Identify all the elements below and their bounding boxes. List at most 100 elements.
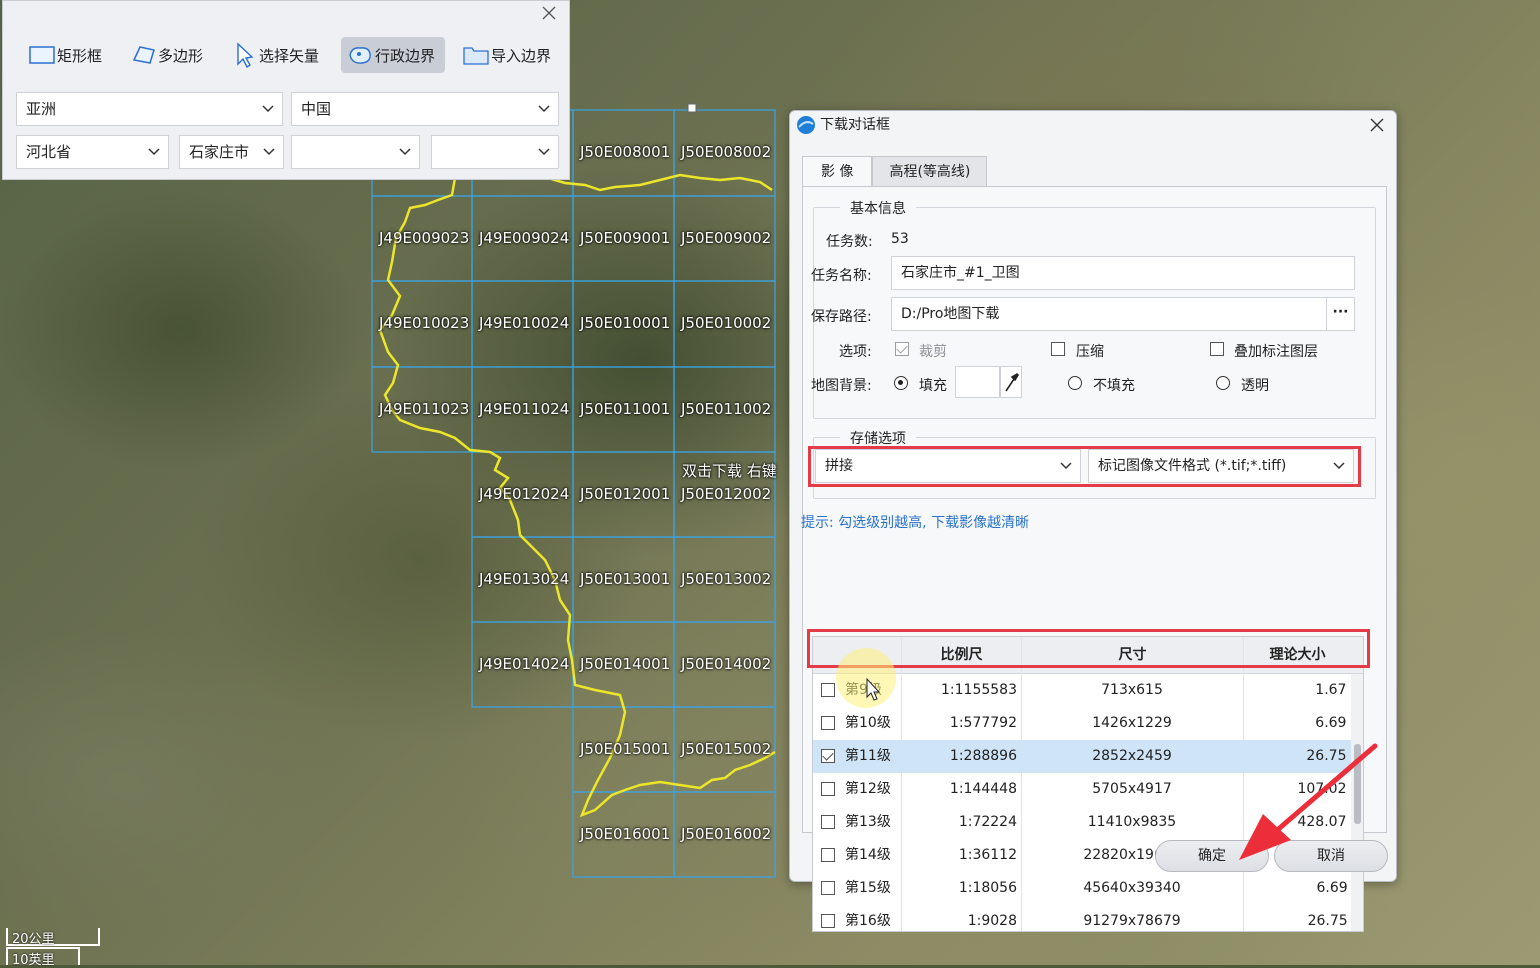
level-scale: 1:36112 [958,847,1017,863]
dialog-title: 下载对话框 [820,117,890,133]
country-select[interactable]: 中国 [291,92,559,126]
map-marker [687,103,697,113]
level-checkbox[interactable] [821,749,835,763]
tile-label: J50E011002 [681,400,772,418]
level-checkbox[interactable] [821,815,835,829]
bg-transparent-radio[interactable] [1216,376,1230,390]
town-select[interactable] [431,135,559,169]
save-path-label: 保存路径: [811,309,872,325]
tool-polygon-button[interactable]: 多边形 [124,37,213,73]
level-size: 11410x9835 [1087,814,1177,830]
tool-select-vector-button[interactable]: 选择矢量 [225,37,329,73]
tile-label: J50E010001 [580,314,671,332]
tool-label: 导入边界 [491,46,552,65]
tile-label: J50E012002 [681,485,772,503]
tab-elevation[interactable]: 高程(等高线) [872,156,988,187]
scale-bar: 20公里 10英里 [6,928,102,968]
hint-text: 提示: 勾选级别越高, 下载影像越清晰 [801,515,1030,531]
tile-label: J49E011023 [379,400,470,418]
tool-import-boundary-button[interactable]: 导入边界 [457,37,561,73]
bg-nofill-radio[interactable] [1068,376,1082,390]
admin-boundary-icon [345,42,375,68]
overlay-labels-checkbox[interactable] [1210,342,1224,356]
city-select[interactable]: 石家庄市 [179,135,284,169]
county-select[interactable] [291,135,420,169]
level-estimated-size: 1.67 M [1315,682,1363,698]
level-estimated-size: 6.69 G [1316,880,1363,896]
level-row[interactable]: 第15级 1:18056 45640x39340 6.69 G [813,872,1363,905]
red-arrow-annotation [1239,743,1378,860]
level-size: 5705x4917 [1092,781,1172,797]
tile-label: J49E010024 [479,314,570,332]
app-logo-icon [796,115,816,135]
tile-label: J49E011024 [479,400,570,418]
map-hint-text: 双击下载 右键 [682,462,777,480]
level-row[interactable]: 第16级 1:9028 91279x78679 26.75 G [813,905,1363,931]
city-value: 石家庄市 [189,143,250,161]
scale-mi-label: 10英里 [12,953,55,968]
level-name: 第13级 [845,814,891,830]
mouse-pointer-icon [866,678,881,701]
tile-label: J50E015001 [580,740,671,758]
overlay-labels-label: 叠加标注图层 [1234,344,1318,360]
level-size: 713x615 [1101,682,1163,698]
continent-select[interactable]: 亚洲 [16,92,283,126]
tile-label: J49E010023 [379,314,470,332]
tile-label: J50E016002 [681,825,772,843]
tool-label: 多边形 [158,46,204,65]
level-checkbox[interactable] [821,848,835,862]
toolpanel-close-icon[interactable] [539,5,559,25]
storage-highlight-box [808,446,1361,487]
level-row[interactable]: 第10级 1:577792 1426x1229 6.69 M [813,707,1363,740]
browse-path-button[interactable]: ··· [1326,297,1355,331]
chevron-down-icon [538,136,550,168]
level-size: 2852x2459 [1092,748,1172,764]
level-size: 91279x78679 [1083,913,1181,929]
tile-label: J50E013001 [580,570,671,588]
compress-checkbox[interactable] [1051,342,1065,356]
bg-fill-radio[interactable] [894,376,908,390]
level-estimated-size: 6.69 M [1315,715,1363,731]
level-checkbox[interactable] [821,782,835,796]
compress-label: 压缩 [1076,344,1104,360]
tool-admin-boundary-button[interactable]: 行政边界 [341,37,445,73]
task-name-input[interactable]: 石家庄市_#1_卫图 [891,256,1355,290]
level-checkbox[interactable] [821,683,835,697]
tile-label: J50E016001 [580,825,671,843]
cursor-icon [229,42,259,68]
level-checkbox[interactable] [821,716,835,730]
map-bg-label: 地图背景: [811,378,872,394]
level-scale: 1:72224 [958,814,1017,830]
selection-tool-panel: 矩形框 多边形 选择矢量 行政边界 导入边界 亚洲 中国 河北省 石家庄市 [2,0,570,180]
dialog-close-icon[interactable] [1366,114,1388,136]
tool-label: 选择矢量 [259,46,320,65]
tile-label: J50E008002 [681,143,772,161]
storage-options-title: 存储选项 [840,428,916,448]
tool-label: 矩形框 [57,46,103,65]
task-name-label: 任务名称: [811,268,872,284]
province-value: 河北省 [26,143,72,161]
level-checkbox[interactable] [821,914,835,928]
tile-label: J49E012024 [479,485,570,503]
crop-label: 裁剪 [919,344,947,360]
basic-info-title: 基本信息 [840,198,916,218]
tile-label: J49E014024 [479,655,570,673]
save-path-input[interactable]: D:/Pro地图下载 [891,297,1327,331]
level-checkbox[interactable] [821,881,835,895]
tool-label: 行政边界 [375,46,436,65]
tool-rectangle-button[interactable]: 矩形框 [23,37,112,73]
color-picker-button[interactable] [1000,366,1022,398]
level-name: 第14级 [845,847,891,863]
fill-color-swatch[interactable] [955,366,1000,398]
crop-checkbox[interactable] [895,342,909,356]
chevron-down-icon [262,93,274,125]
dialog-tabs: 影 像 高程(等高线) [802,156,988,187]
tile-label: J49E009024 [479,229,570,247]
level-scale: 1:288896 [949,748,1017,764]
bg-fill-label: 填充 [919,378,947,394]
level-scale: 1:18056 [958,880,1017,896]
level-name: 第16级 [845,913,891,929]
province-select[interactable]: 河北省 [16,135,169,169]
polygon-icon [128,42,158,68]
tab-imagery[interactable]: 影 像 [802,156,873,187]
